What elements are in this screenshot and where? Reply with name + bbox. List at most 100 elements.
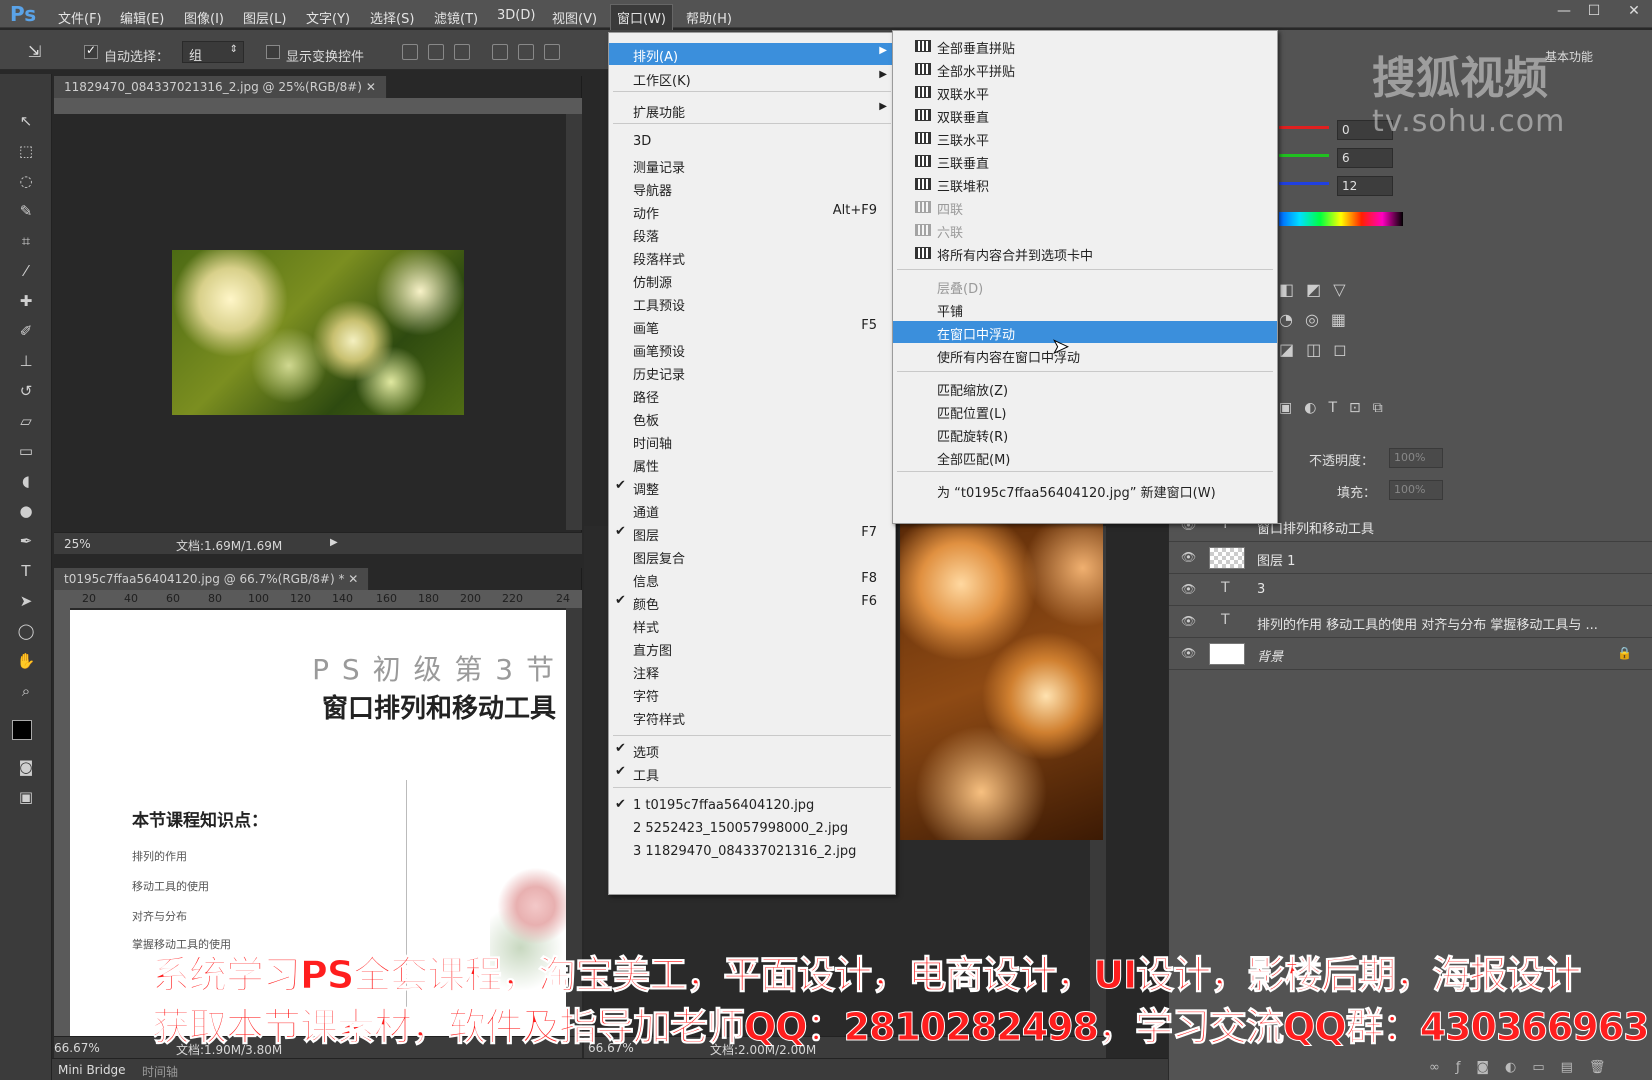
blue-slider[interactable]: [1279, 182, 1329, 185]
arrange-menu-item[interactable]: 全部垂直拼贴: [893, 35, 1277, 57]
eye-icon[interactable]: 👁: [1181, 550, 1196, 564]
timeline-tab[interactable]: 时间轴: [142, 1063, 178, 1080]
window-menu-item[interactable]: 通道: [609, 499, 895, 521]
eraser-tool-icon[interactable]: ▱: [15, 412, 37, 432]
layer-row[interactable]: 👁 T 排列的作用 移动工具的使用 对齐与分布 掌握移动工具与 ...: [1169, 606, 1652, 638]
window-menu-item[interactable]: 3 11829470_084337021316_2.jpg: [609, 841, 895, 863]
window-menu-item[interactable]: 字符样式: [609, 706, 895, 728]
doc1-tab[interactable]: 11829470_084337021316_2.jpg @ 25%(RGB/8#…: [54, 76, 387, 98]
blur-tool-icon[interactable]: ◖: [15, 472, 37, 492]
menu-filter[interactable]: 滤镜(T): [434, 8, 478, 27]
window-menu-item[interactable]: 直方图: [609, 637, 895, 659]
window-menu-item[interactable]: 信息 F8: [609, 568, 895, 590]
window-menu-item[interactable]: 色板: [609, 407, 895, 429]
arrange-menu-item[interactable]: 将所有内容合并到选项卡中: [893, 242, 1277, 264]
window-menu-item[interactable]: 段落样式: [609, 246, 895, 268]
eye-icon[interactable]: 👁: [1181, 614, 1196, 628]
window-menu-item[interactable]: 排列(A) ▶: [609, 43, 895, 65]
mini-bridge-tab[interactable]: Mini Bridge: [58, 1063, 126, 1077]
arrange-menu-item[interactable]: 三联堆积: [893, 173, 1277, 195]
red-slider[interactable]: [1279, 126, 1329, 129]
doc1-zoom[interactable]: 25%: [64, 537, 91, 551]
eyedropper-tool-icon[interactable]: ⁄: [15, 262, 37, 282]
layer-row[interactable]: 👁 T 3: [1169, 574, 1652, 606]
window-menu-item[interactable]: 2 5252423_150057998000_2.jpg: [609, 818, 895, 840]
status-arrow-icon[interactable]: ▶: [330, 537, 338, 548]
arrange-menu-item[interactable]: 双联垂直: [893, 104, 1277, 126]
menu-help[interactable]: 帮助(H): [686, 8, 732, 27]
align-left-icon[interactable]: [492, 44, 508, 60]
menu-select[interactable]: 选择(S): [370, 8, 414, 27]
menu-window[interactable]: 窗口(W): [610, 4, 673, 31]
opacity-input[interactable]: 100%: [1389, 448, 1443, 468]
arrange-menu-item[interactable]: 使所有内容在窗口中浮动: [893, 344, 1277, 366]
align-bottom-icon[interactable]: [454, 44, 470, 60]
menu-type[interactable]: 文字(Y): [306, 8, 350, 27]
arrange-menu-item[interactable]: 匹配旋转(R): [893, 423, 1277, 445]
minimize-icon[interactable]: —: [1552, 3, 1576, 21]
arrange-menu-item[interactable]: 为 “t0195c7ffaa56404120.jpg” 新建窗口(W): [893, 479, 1277, 501]
menu-image[interactable]: 图像(I): [184, 8, 224, 27]
adjustment-icons-row1[interactable]: ◧◩▽: [1279, 280, 1358, 299]
healing-tool-icon[interactable]: ✚: [15, 292, 37, 312]
arrange-menu-item[interactable]: 平铺: [893, 298, 1277, 320]
green-slider[interactable]: [1279, 154, 1329, 157]
window-menu-item[interactable]: 字符: [609, 683, 895, 705]
align-top-icon[interactable]: [402, 44, 418, 60]
stamp-tool-icon[interactable]: ⊥: [15, 352, 37, 372]
layer-panel-footer-icons[interactable]: ∞ƒ◙◐▭▤🗑: [1429, 1060, 1621, 1075]
eye-icon[interactable]: 👁: [1181, 646, 1196, 660]
auto-select-dropdown[interactable]: 组 ⇕: [182, 41, 244, 64]
zoom-tool-icon[interactable]: ⌕: [15, 682, 37, 702]
adjustment-icons-row3[interactable]: ◪◫◻: [1279, 340, 1359, 359]
close-icon[interactable]: ✕: [366, 80, 376, 94]
brush-tool-icon[interactable]: ✐: [15, 322, 37, 342]
green-value[interactable]: 6: [1337, 148, 1393, 168]
window-menu-item[interactable]: 注释: [609, 660, 895, 682]
arrange-menu-item[interactable]: 在窗口中浮动: [893, 321, 1277, 343]
hand-tool-icon[interactable]: ✋: [15, 652, 37, 672]
window-menu-item[interactable]: 画笔 F5: [609, 315, 895, 337]
menu-edit[interactable]: 编辑(E): [120, 8, 164, 27]
arrange-menu-item[interactable]: 双联水平: [893, 81, 1277, 103]
menu-3d[interactable]: 3D(D): [497, 8, 535, 23]
move-tool-icon[interactable]: ↖: [15, 112, 37, 132]
arrange-menu-item[interactable]: 全部匹配(M): [893, 446, 1277, 468]
foreground-color-swatch[interactable]: [12, 720, 32, 740]
window-menu-item[interactable]: 图层复合: [609, 545, 895, 567]
menu-view[interactable]: 视图(V): [552, 8, 597, 27]
maximize-icon[interactable]: ☐: [1582, 3, 1606, 21]
ellipse-tool-icon[interactable]: ◯: [15, 622, 37, 642]
layer-filter-icons[interactable]: ▣◐T⊡⧉: [1279, 400, 1395, 416]
marquee-tool-icon[interactable]: ⬚: [15, 142, 37, 162]
adjustment-icons-row2[interactable]: ◔◎▦: [1279, 310, 1358, 329]
window-menu-item[interactable]: 工具 ✔: [609, 762, 895, 784]
window-menu-item[interactable]: 样式: [609, 614, 895, 636]
window-menu-item[interactable]: 画笔预设: [609, 338, 895, 360]
lasso-tool-icon[interactable]: ◌: [15, 172, 37, 192]
align-right-icon[interactable]: [544, 44, 560, 60]
align-vcenter-icon[interactable]: [428, 44, 444, 60]
doc2-tab[interactable]: t0195c7ffaa56404120.jpg @ 66.7%(RGB/8#) …: [54, 568, 370, 590]
window-menu-item[interactable]: 仿制源: [609, 269, 895, 291]
window-menu-item[interactable]: 1 t0195c7ffaa56404120.jpg ✔: [609, 795, 895, 817]
menu-layer[interactable]: 图层(L): [243, 8, 286, 27]
window-menu-item[interactable]: 工具预设: [609, 292, 895, 314]
show-transform-checkbox[interactable]: [266, 45, 280, 59]
doc1-scrollbar[interactable]: [566, 114, 582, 530]
window-menu-item[interactable]: 颜色 ✔ F6: [609, 591, 895, 613]
window-menu-item[interactable]: 路径: [609, 384, 895, 406]
arrange-menu-item[interactable]: 三联垂直: [893, 150, 1277, 172]
layer-row[interactable]: 👁 图层 1: [1169, 542, 1652, 574]
blue-value[interactable]: 12: [1337, 176, 1393, 196]
window-menu-item[interactable]: 段落: [609, 223, 895, 245]
screen-mode-icon[interactable]: ▣: [15, 788, 37, 808]
arrange-menu-item[interactable]: 全部水平拼贴: [893, 58, 1277, 80]
window-menu-item[interactable]: 调整 ✔: [609, 476, 895, 498]
color-spectrum[interactable]: [1279, 212, 1403, 226]
fill-input[interactable]: 100%: [1389, 480, 1443, 500]
eye-icon[interactable]: 👁: [1181, 582, 1196, 596]
window-menu-item[interactable]: 选项 ✔: [609, 739, 895, 761]
window-menu-item[interactable]: 属性: [609, 453, 895, 475]
window-menu-item[interactable]: 导航器: [609, 177, 895, 199]
